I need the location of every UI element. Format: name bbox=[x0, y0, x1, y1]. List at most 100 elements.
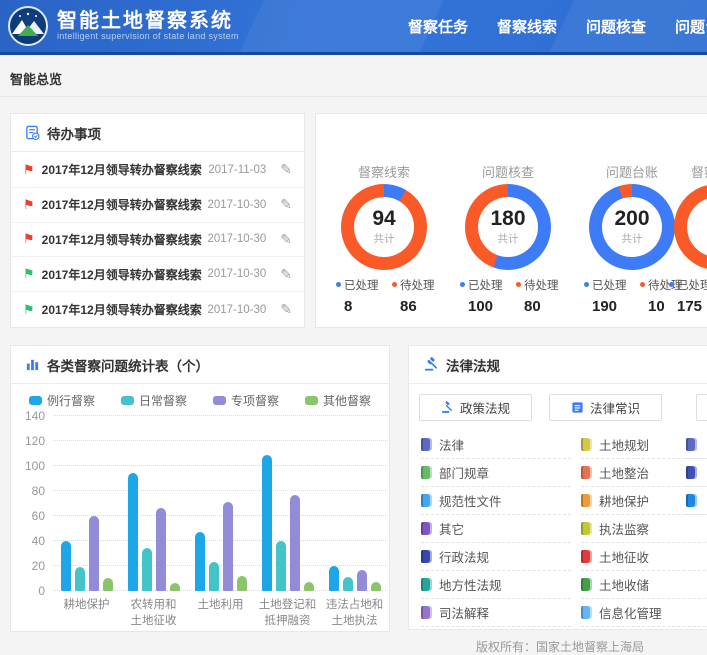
todo-item-date: 2017-10-30 bbox=[207, 199, 266, 211]
bar-chart-plot: 020406080100120140 bbox=[53, 416, 388, 591]
book-icon bbox=[571, 401, 584, 414]
laws-tab-1[interactable]: 政策法规 bbox=[419, 394, 532, 421]
bar-其他督察 bbox=[371, 582, 381, 591]
bar-日常督察 bbox=[142, 548, 152, 591]
law-link[interactable] bbox=[686, 431, 707, 459]
bar-例行督察 bbox=[128, 473, 138, 591]
gavel-icon bbox=[441, 401, 454, 414]
todo-item[interactable]: ⚑2017年12月领导转办督察线索2017-10-30✎ bbox=[11, 292, 304, 327]
logo-mountain-icon bbox=[8, 6, 48, 46]
law-link[interactable]: 部门规章 bbox=[421, 459, 571, 487]
donut-chart-1: 督察线索94共计已处理8待处理86 bbox=[328, 114, 440, 329]
app-subtitle: intelligent supervision of state land sy… bbox=[57, 32, 239, 41]
laws-tab-2[interactable]: 法律常识 bbox=[549, 394, 662, 421]
nav-item-4[interactable]: 问题台账 bbox=[675, 16, 707, 37]
law-link[interactable]: 行政法规 bbox=[421, 543, 571, 571]
bar-例行督察 bbox=[195, 532, 205, 591]
law-link-label: 规范性文件 bbox=[439, 491, 502, 510]
law-link-label: 信息化管理 bbox=[599, 603, 662, 622]
x-axis-label: 违法占地和 土地执法 bbox=[321, 598, 388, 629]
y-axis-tick: 20 bbox=[32, 559, 45, 573]
donut-total-label: 共计 bbox=[374, 231, 395, 246]
bar-其他督察 bbox=[103, 578, 113, 591]
nav-item-1[interactable]: 督察任务 bbox=[408, 16, 470, 37]
y-axis-tick: 60 bbox=[32, 509, 45, 523]
donut-total-value: 94 bbox=[372, 208, 395, 229]
flag-icon: ⚑ bbox=[23, 197, 35, 213]
bar-chart-header: 各类督察问题统计表（个） bbox=[11, 346, 389, 384]
bar-group bbox=[321, 416, 388, 591]
todo-item[interactable]: ⚑ 2017年12月领导转办督察线索 2017-10-30 ✎ bbox=[11, 188, 304, 223]
donut-legend-item: 待处理80 bbox=[516, 277, 559, 315]
law-link[interactable] bbox=[686, 459, 707, 487]
donut-total-value: 200 bbox=[614, 208, 649, 229]
todo-item-text: 2017年12月领导转办督察线索 bbox=[42, 196, 202, 213]
donut-total-label: 共计 bbox=[622, 231, 643, 246]
law-link[interactable]: 其它 bbox=[421, 515, 571, 543]
donut-legend-value: 100 bbox=[460, 298, 503, 315]
todo-item[interactable]: ⚑2017年12月领导转办督察线索2017-10-30✎ bbox=[11, 223, 304, 258]
todo-panel: 待办事项 ⚑2017年12月领导转办督察线索2017-11-03✎⚑2017年1… bbox=[10, 113, 305, 328]
law-link[interactable]: 执法监察 bbox=[581, 515, 707, 543]
law-link[interactable] bbox=[686, 487, 707, 515]
page-title: 智能总览 bbox=[10, 69, 62, 88]
law-link-label: 土地规划 bbox=[599, 435, 649, 454]
edit-pencil-icon[interactable]: ✎ bbox=[280, 231, 292, 248]
legend-item[interactable]: 例行督察 bbox=[29, 392, 95, 409]
nav-item-3[interactable]: 问题核查 bbox=[586, 16, 648, 37]
laws-column-3 bbox=[686, 431, 707, 515]
book-icon bbox=[686, 466, 697, 479]
edit-pencil-icon[interactable]: ✎ bbox=[280, 266, 292, 283]
legend-item[interactable]: 专项督察 bbox=[213, 392, 279, 409]
legend-dot-icon bbox=[669, 282, 674, 287]
app-logo[interactable]: 智能土地督察系统 intelligent supervision of stat… bbox=[8, 6, 239, 46]
book-icon bbox=[686, 438, 697, 451]
legend-item[interactable]: 其他督察 bbox=[305, 392, 371, 409]
law-link[interactable]: 土地收储 bbox=[581, 571, 707, 599]
law-link[interactable]: 地方性法规 bbox=[421, 571, 571, 599]
bar-其他督察 bbox=[170, 583, 180, 591]
law-link-label: 部门规章 bbox=[439, 463, 489, 482]
edit-pencil-icon[interactable]: ✎ bbox=[280, 301, 292, 318]
legend-item[interactable]: 日常督察 bbox=[121, 392, 187, 409]
todo-item[interactable]: ⚑2017年12月领导转办督察线索2017-10-30✎ bbox=[11, 257, 304, 292]
law-link[interactable]: 法律 bbox=[421, 431, 571, 459]
laws-tabs: 政策法规法律常识 bbox=[409, 394, 707, 421]
x-axis-label: 土地利用 bbox=[187, 598, 254, 614]
copyright-text: 版权所有：国家土地督察上海局 bbox=[420, 638, 700, 655]
law-link[interactable]: 土地征收 bbox=[581, 543, 707, 571]
book-icon bbox=[581, 606, 592, 619]
bar-日常督察 bbox=[343, 577, 353, 591]
breadcrumb-bar: 智能总览 bbox=[0, 55, 707, 97]
law-link[interactable]: 规范性文件 bbox=[421, 487, 571, 515]
edit-pencil-icon[interactable]: ✎ bbox=[280, 161, 292, 178]
bar-专项督察 bbox=[89, 516, 99, 591]
legend-dot-icon bbox=[516, 282, 521, 287]
donut-center: 180共计 bbox=[478, 197, 538, 257]
x-axis-label: 土地登记和 抵押融资 bbox=[254, 598, 321, 629]
donut-chart-title: 督察任务 bbox=[661, 162, 707, 181]
flag-icon: ⚑ bbox=[23, 302, 35, 318]
todo-item[interactable]: ⚑2017年12月领导转办督察线索2017-11-03✎ bbox=[11, 153, 304, 188]
legend-swatch-icon bbox=[305, 396, 318, 405]
donut-chart-2: 问题核查180共计已处理100待处理80 bbox=[452, 114, 564, 329]
todo-item-date: 2017-10-30 bbox=[207, 268, 266, 280]
law-link[interactable]: 信息化管理 bbox=[581, 599, 707, 627]
legend-swatch-icon bbox=[121, 396, 134, 405]
law-link-label: 土地整治 bbox=[599, 463, 649, 482]
y-axis-tick: 0 bbox=[38, 584, 45, 598]
todo-item-date: 2017-10-30 bbox=[207, 233, 266, 245]
legend-dot-icon bbox=[336, 282, 341, 287]
main-nav: 督察任务 督察线索 问题核查 问题台账 bbox=[408, 0, 707, 52]
donut-legend-item: 待处理86 bbox=[392, 277, 435, 315]
nav-item-2[interactable]: 督察线索 bbox=[497, 16, 559, 37]
donut-ring: 180共计 bbox=[465, 184, 551, 270]
book-icon bbox=[581, 578, 592, 591]
donut-total-label: 共计 bbox=[498, 231, 519, 246]
legend-dot-icon bbox=[584, 282, 589, 287]
bar-专项督察 bbox=[223, 502, 233, 591]
edit-pencil-icon[interactable]: ✎ bbox=[280, 196, 292, 213]
laws-tab-3[interactable] bbox=[696, 394, 707, 421]
law-link[interactable]: 司法解释 bbox=[421, 599, 571, 627]
donut-legend-label: 已处理 bbox=[336, 277, 379, 293]
